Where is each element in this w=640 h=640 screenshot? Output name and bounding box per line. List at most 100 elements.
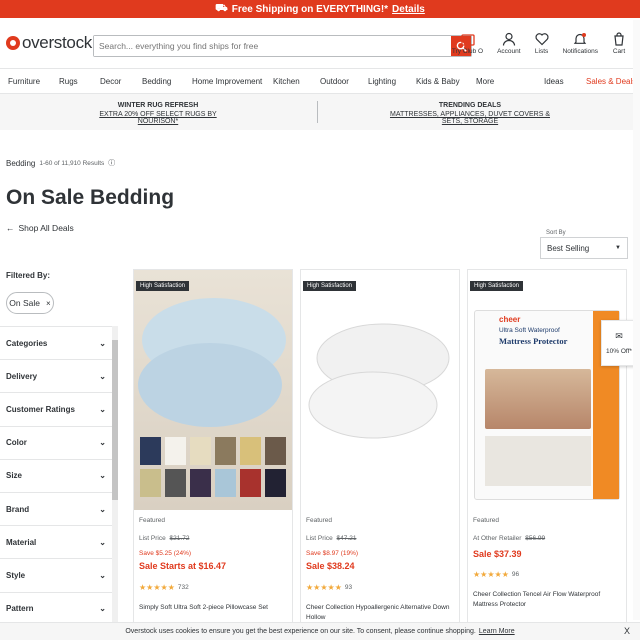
nav-bedding[interactable]: Bedding bbox=[142, 77, 171, 86]
nav-kitchen[interactable]: Kitchen bbox=[273, 77, 300, 86]
featured-label: Featured bbox=[139, 517, 166, 524]
product-card[interactable]: High Satisfaction Featured List Price $2… bbox=[133, 269, 293, 629]
product-name[interactable]: Simply Soft Ultra Soft 2-piece Pillowcas… bbox=[139, 603, 289, 613]
facet-brand[interactable]: Brand ⌄ bbox=[0, 491, 112, 525]
product-image[interactable]: High Satisfaction bbox=[301, 270, 459, 510]
nav-rugs[interactable]: Rugs bbox=[59, 77, 78, 86]
promo-strip: WINTER RUG REFRESH EXTRA 20% OFF SELECT … bbox=[0, 94, 640, 130]
shop-all-deals-link[interactable]: ← Shop All Deals bbox=[6, 223, 74, 233]
facet-categories[interactable]: Categories ⌄ bbox=[0, 326, 112, 359]
review-count: 93 bbox=[344, 584, 353, 591]
nav-home-improvement[interactable]: Home Improvement bbox=[192, 77, 262, 86]
rating-stars[interactable]: ★★★★★ 93 bbox=[306, 583, 352, 592]
info-icon[interactable]: ⓘ bbox=[108, 158, 115, 168]
on-sale-filter-chip[interactable]: On Sale × bbox=[6, 292, 54, 314]
banner-text: Free Shipping on EVERYTHING!* bbox=[231, 3, 389, 15]
product-card[interactable]: High Satisfaction Featured List Price $4… bbox=[300, 269, 460, 629]
high-satisfaction-badge: High Satisfaction bbox=[303, 281, 357, 291]
arrow-left-icon: ← bbox=[6, 223, 15, 233]
savings-text: Save $8.97 (19%) bbox=[306, 550, 359, 557]
facet-delivery[interactable]: Delivery ⌄ bbox=[0, 359, 112, 392]
email-offer-tab[interactable]: ✉ 10% Off* bbox=[601, 320, 637, 366]
nav-more[interactable]: More bbox=[476, 77, 494, 86]
facet-material[interactable]: Material ⌄ bbox=[0, 525, 112, 558]
facet-pattern[interactable]: Pattern ⌄ bbox=[0, 591, 112, 625]
product-name[interactable]: Cheer Collection Tencel Air Flow Waterpr… bbox=[473, 590, 623, 610]
nav-sales-deals[interactable]: Sales & Deals bbox=[586, 77, 636, 86]
page-scrollbar[interactable] bbox=[633, 20, 640, 620]
sort-value: Best Selling bbox=[547, 243, 590, 253]
nav-outdoor[interactable]: Outdoor bbox=[320, 77, 349, 86]
rating-stars[interactable]: ★★★★★ 732 bbox=[139, 583, 189, 592]
search-input[interactable] bbox=[94, 36, 451, 56]
facet-label: Pattern bbox=[6, 604, 34, 614]
facet-label: Size bbox=[6, 471, 23, 481]
site-header: overstock Try Club O Account Lists Notif… bbox=[0, 18, 640, 68]
sale-price: Sale Starts at $16.47 bbox=[139, 561, 227, 571]
list-price-label: At Other Retailer bbox=[473, 535, 522, 542]
list-price-value: $21.72 bbox=[169, 535, 190, 542]
cart-button[interactable]: Cart bbox=[612, 32, 626, 55]
filter-scrollbar-thumb[interactable] bbox=[112, 340, 118, 500]
learn-more-link[interactable]: Learn More bbox=[479, 628, 515, 635]
swatch[interactable] bbox=[265, 469, 286, 497]
lists-button[interactable]: Lists bbox=[535, 32, 549, 55]
mattress-protector-box: cheer Ultra Soft Waterproof Mattress Pro… bbox=[474, 310, 620, 500]
cart-icon bbox=[614, 32, 624, 46]
rug-promo-subtitle: EXTRA 20% OFF SELECT RUGS BY NOURISON* bbox=[99, 111, 217, 125]
facet-style[interactable]: Style ⌄ bbox=[0, 558, 112, 591]
nav-ideas[interactable]: Ideas bbox=[544, 77, 564, 86]
featured-label: Featured bbox=[473, 517, 500, 524]
details-link[interactable]: Details bbox=[392, 4, 425, 15]
swatch[interactable] bbox=[190, 437, 211, 465]
overstock-logo[interactable]: overstock bbox=[6, 33, 92, 53]
sort-dropdown[interactable]: Sort By Best Selling ▼ bbox=[540, 230, 628, 259]
header-actions: Try Club O Account Lists Notifications C… bbox=[452, 32, 626, 55]
swatch[interactable] bbox=[240, 469, 261, 497]
list-price-value: $47.21 bbox=[336, 535, 357, 542]
chevron-down-icon: ⌄ bbox=[99, 404, 106, 414]
swatch[interactable] bbox=[240, 437, 261, 465]
pillow-illustration bbox=[138, 298, 286, 427]
product-image[interactable]: High Satisfaction bbox=[134, 270, 292, 510]
swatch[interactable] bbox=[140, 437, 161, 465]
results-count: 1-60 of 11,910 Results bbox=[39, 159, 105, 167]
logo-text: overstock bbox=[21, 33, 92, 52]
account-button[interactable]: Account bbox=[497, 32, 521, 55]
rug-promo[interactable]: WINTER RUG REFRESH EXTRA 20% OFF SELECT … bbox=[88, 102, 228, 125]
swatch[interactable] bbox=[215, 469, 236, 497]
facet-customer-ratings[interactable]: Customer Ratings ⌄ bbox=[0, 392, 112, 425]
page-title: On Sale Bedding bbox=[6, 186, 175, 209]
swatch[interactable] bbox=[190, 469, 211, 497]
swatch[interactable] bbox=[165, 469, 186, 497]
box-brand: cheer bbox=[499, 315, 521, 324]
trending-promo: TRENDING DEALS MATTRESSES, APPLIANCES, D… bbox=[380, 102, 560, 125]
close-icon[interactable]: × bbox=[46, 299, 51, 308]
list-price-label: List Price bbox=[139, 535, 166, 542]
offer-label: 10% Off* bbox=[606, 348, 632, 355]
box-title-line1: Ultra Soft Waterproof bbox=[499, 327, 560, 334]
club-o-button[interactable]: Try Club O bbox=[452, 32, 483, 55]
cookie-text: Overstock uses cookies to ensure you get… bbox=[125, 628, 476, 635]
nav-decor[interactable]: Decor bbox=[100, 77, 121, 86]
nav-kids-baby[interactable]: Kids & Baby bbox=[416, 77, 460, 86]
trending-links[interactable]: MATTRESSES, APPLIANCES, DUVET COVERS & S… bbox=[380, 111, 560, 125]
savings-text: Save $5.25 (24%) bbox=[139, 550, 192, 557]
rating-stars[interactable]: ★★★★★ 96 bbox=[473, 570, 519, 579]
facet-size[interactable]: Size ⌄ bbox=[0, 458, 112, 492]
nav-lighting[interactable]: Lighting bbox=[368, 77, 396, 86]
product-name[interactable]: Cheer Collection Hypoallergenic Alternat… bbox=[306, 603, 456, 623]
breadcrumb-bedding[interactable]: Bedding bbox=[6, 159, 35, 168]
sort-label: Sort By bbox=[546, 230, 566, 236]
notifications-button[interactable]: Notifications bbox=[563, 32, 598, 55]
swatch[interactable] bbox=[140, 469, 161, 497]
nav-furniture[interactable]: Furniture bbox=[8, 77, 40, 86]
swatch[interactable] bbox=[265, 437, 286, 465]
product-image[interactable]: High Satisfaction cheer Ultra Soft Water… bbox=[468, 270, 626, 510]
review-count: 732 bbox=[177, 584, 189, 591]
swatch[interactable] bbox=[165, 437, 186, 465]
close-icon[interactable]: X bbox=[624, 626, 630, 636]
list-price: At Other Retailer $56.99 bbox=[473, 535, 545, 542]
swatch[interactable] bbox=[215, 437, 236, 465]
facet-color[interactable]: Color ⌄ bbox=[0, 425, 112, 459]
